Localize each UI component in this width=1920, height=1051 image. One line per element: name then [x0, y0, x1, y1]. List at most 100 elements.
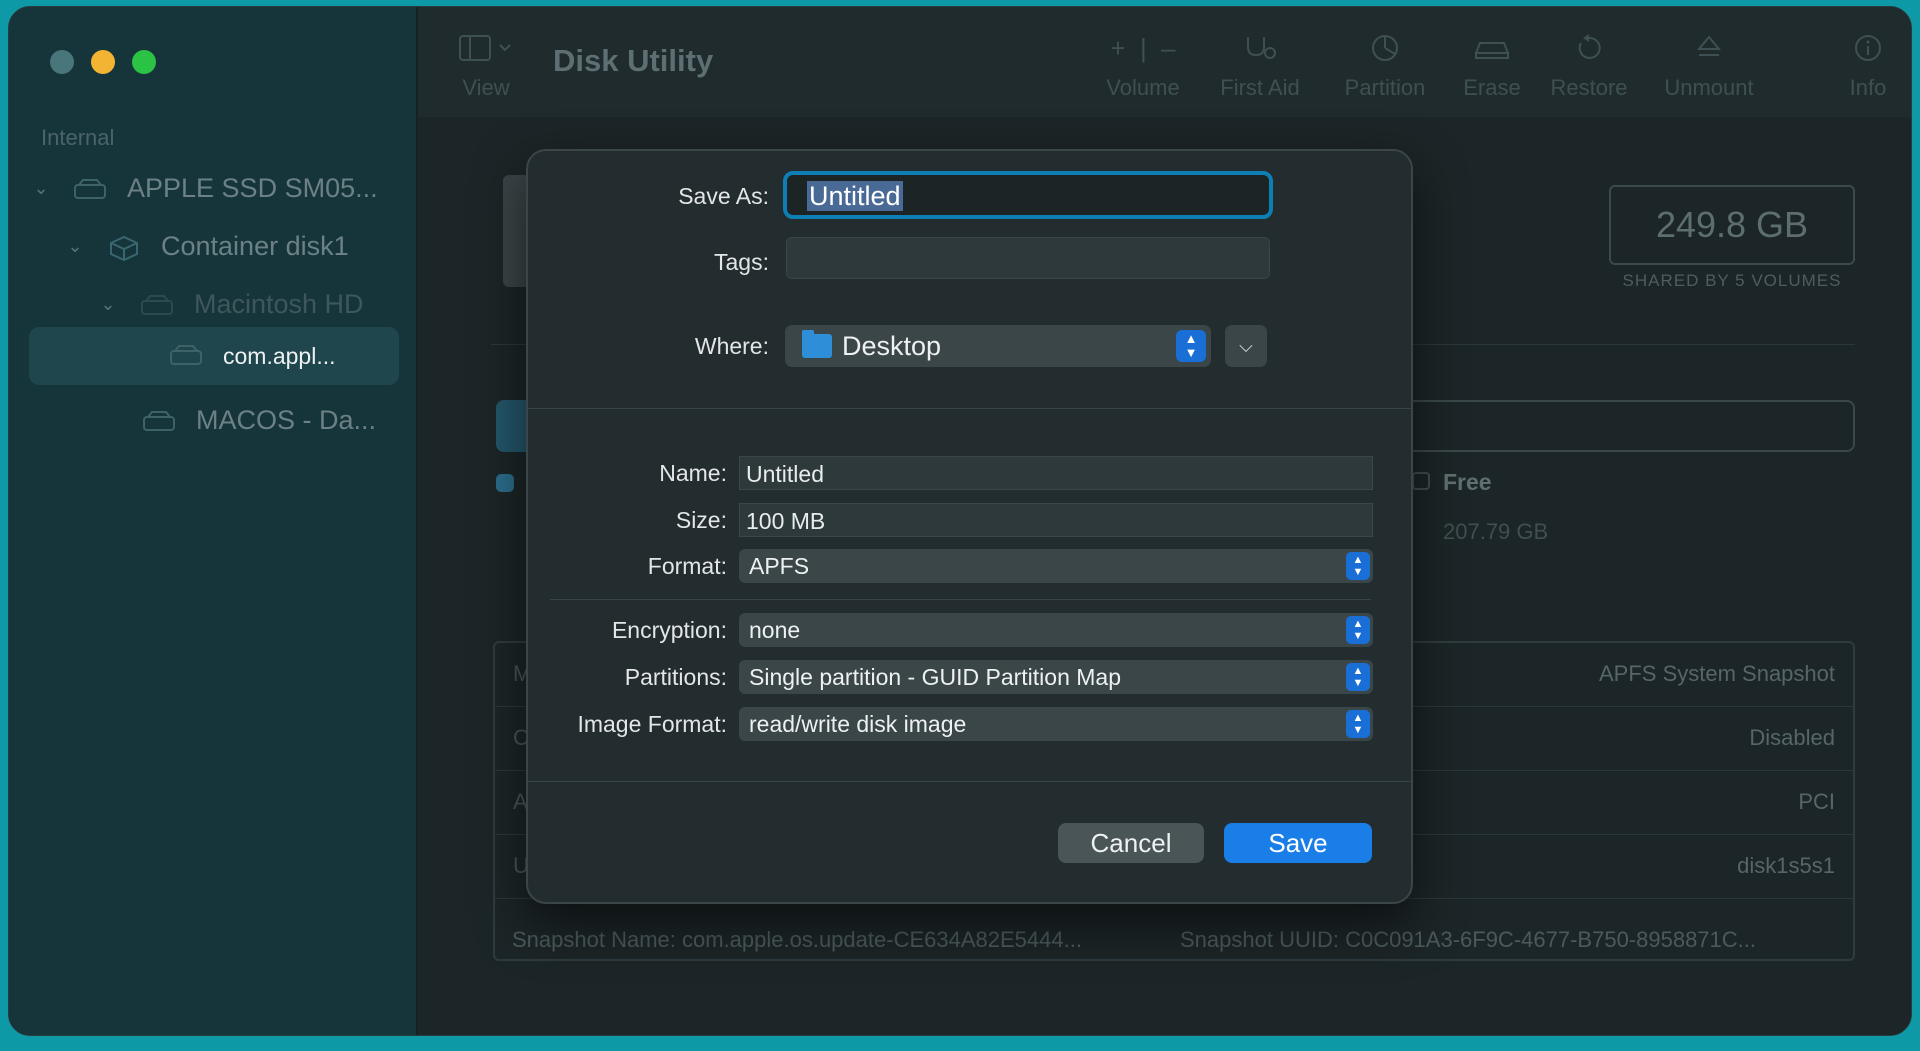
size-field[interactable]: 100 MB: [739, 503, 1373, 537]
usage-bar-fill: [496, 400, 528, 452]
name-label: Name:: [659, 460, 727, 486]
tags-label: Tags:: [714, 249, 769, 275]
snapshot-name: Snapshot Name: com.apple.os.update-CE634…: [512, 927, 1082, 952]
row-value: Disabled: [1749, 725, 1835, 750]
minimize-button[interactable]: [91, 50, 115, 74]
view-label: View: [462, 75, 510, 100]
legend-free-value: 207.79 GB: [1443, 519, 1549, 544]
erase-car-icon: [1452, 33, 1532, 67]
toolbar: View Disk Utility + | – Volume First Aid…: [418, 7, 1911, 117]
chevron-down-icon[interactable]: ⌄: [31, 178, 51, 199]
toolbar-button-label: Erase: [1463, 75, 1521, 100]
save-as-label: Save As:: [678, 183, 769, 209]
format-select[interactable]: APFS ▲ ▼: [739, 549, 1373, 583]
where-popup[interactable]: Desktop ▲ ▼: [785, 325, 1211, 367]
view-button[interactable]: View: [458, 33, 514, 101]
sidebar: Internal ⌄ APPLE SSD SM05... ⌄ Container…: [9, 7, 417, 1035]
legend-free-swatch: [1412, 472, 1430, 490]
partition-button[interactable]: Partition: [1330, 33, 1440, 101]
row-value: disk1s5s1: [1737, 853, 1835, 878]
encryption-select[interactable]: none ▲ ▼: [739, 613, 1373, 647]
toolbar-button-label: Info: [1849, 75, 1887, 100]
up-down-chevron-icon: ▲ ▼: [1346, 710, 1370, 738]
folder-icon: [802, 330, 832, 358]
info-icon: [1838, 33, 1898, 67]
capacity-subtitle: SHARED BY 5 VOLUMES: [1622, 271, 1842, 290]
up-down-chevron-icon: ▲ ▼: [1346, 663, 1370, 691]
traffic-lights: [50, 50, 156, 74]
snapshot-uuid: Snapshot UUID: C0C091A3-6F9C-4677-B750-8…: [1180, 927, 1756, 952]
legend-free-label: Free: [1443, 469, 1492, 495]
sidebar-section-internal: Internal: [41, 125, 115, 150]
legend-used-swatch: [496, 474, 514, 492]
plus-minus-icon: + | –: [1110, 33, 1176, 63]
cancel-button[interactable]: Cancel: [1058, 823, 1204, 863]
sidebar-item-macos-data[interactable]: MACOS - Da...: [142, 391, 376, 449]
partitions-select[interactable]: Single partition - GUID Partition Map ▲ ▼: [739, 660, 1373, 694]
name-field[interactable]: Untitled: [739, 456, 1373, 490]
chevron-down-icon: ⌵: [1239, 336, 1253, 356]
restore-arrow-icon: [1544, 33, 1634, 67]
volume-icon: [142, 409, 176, 431]
sidebar-item-label: Macintosh HD: [194, 288, 364, 319]
image-format-value: read/write disk image: [749, 711, 967, 737]
chevron-down-icon[interactable]: ⌄: [98, 294, 118, 315]
volume-button[interactable]: + | – Volume: [1098, 33, 1188, 101]
where-value: Desktop: [842, 330, 942, 361]
divider: [528, 781, 1411, 782]
tags-field[interactable]: [786, 237, 1270, 279]
up-down-chevron-icon: ▲ ▼: [1176, 330, 1206, 362]
row-value: PCI: [1798, 789, 1835, 814]
expand-dialog-button[interactable]: ⌵: [1225, 325, 1267, 367]
maximize-button[interactable]: [132, 50, 156, 74]
save-dialog: Save As: Untitled Tags: Where: Desktop ▲…: [526, 149, 1413, 904]
close-button[interactable]: [50, 50, 74, 74]
drive-icon: [73, 177, 107, 199]
stethoscope-icon: [1210, 33, 1310, 67]
partitions-value: Single partition - GUID Partition Map: [749, 664, 1121, 690]
image-format-select[interactable]: read/write disk image ▲ ▼: [739, 707, 1373, 741]
pie-chart-icon: [1330, 33, 1440, 67]
window-title: Disk Utility: [553, 43, 714, 78]
save-as-field[interactable]: Untitled: [783, 171, 1273, 219]
toolbar-button-label: Partition: [1344, 75, 1426, 100]
container-icon: [107, 235, 141, 262]
info-button[interactable]: Info: [1838, 33, 1898, 101]
sidebar-item-label: com.appl...: [223, 342, 336, 369]
size-label: Size:: [675, 507, 727, 533]
eject-icon: [1654, 33, 1764, 67]
volume-icon: [140, 293, 174, 315]
toolbar-button-label: Restore: [1550, 75, 1628, 100]
sidebar-item-com-apple-selected[interactable]: com.appl...: [29, 327, 399, 385]
save-as-value: Untitled: [807, 181, 903, 211]
save-button[interactable]: Save: [1224, 823, 1372, 863]
toolbar-button-label: Volume: [1106, 75, 1180, 100]
sidebar-item-macintosh-hd[interactable]: ⌄ Macintosh HD: [98, 275, 364, 333]
divider: [528, 408, 1411, 409]
sidebar-item-label: MACOS - Da...: [196, 404, 377, 435]
disk-utility-window: Internal ⌄ APPLE SSD SM05... ⌄ Container…: [8, 6, 1912, 1036]
up-down-chevron-icon: ▲ ▼: [1346, 552, 1370, 580]
erase-button[interactable]: Erase: [1452, 33, 1532, 101]
format-label: Format:: [647, 553, 727, 579]
unmount-button[interactable]: Unmount: [1654, 33, 1764, 101]
image-format-label: Image Format:: [577, 711, 727, 737]
toolbar-button-label: First Aid: [1220, 75, 1300, 100]
format-value: APFS: [749, 553, 810, 579]
capacity-value: 249.8 GB: [1609, 185, 1855, 265]
sidebar-toggle-icon: [458, 33, 514, 67]
sidebar-item-label: APPLE SSD SM05...: [127, 172, 378, 203]
where-label: Where:: [694, 333, 769, 359]
encryption-value: none: [749, 617, 801, 643]
toolbar-button-label: Unmount: [1664, 75, 1754, 100]
sidebar-item-label: Container disk1: [161, 230, 349, 261]
sidebar-item-apple-ssd[interactable]: ⌄ APPLE SSD SM05...: [31, 159, 378, 217]
row-value: APFS System Snapshot: [1599, 661, 1835, 686]
volume-icon: [169, 345, 203, 367]
first-aid-button[interactable]: First Aid: [1210, 33, 1310, 101]
encryption-label: Encryption:: [611, 617, 727, 643]
divider: [550, 599, 1371, 600]
chevron-down-icon[interactable]: ⌄: [65, 236, 85, 257]
restore-button[interactable]: Restore: [1544, 33, 1634, 101]
sidebar-item-container[interactable]: ⌄ Container disk1: [65, 217, 349, 275]
